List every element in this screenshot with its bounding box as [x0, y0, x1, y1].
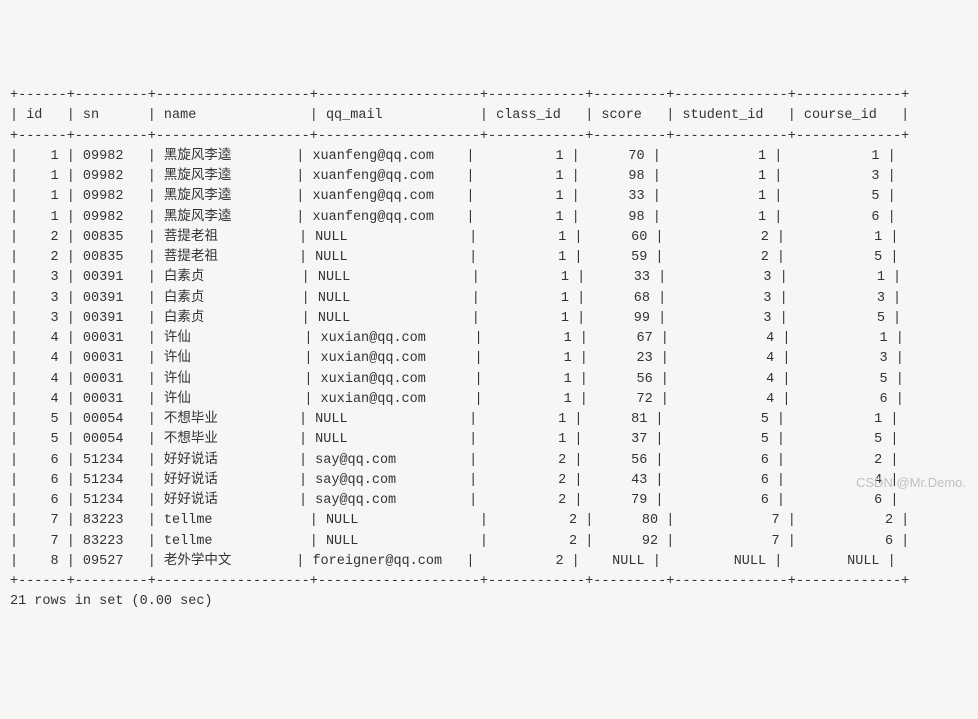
sql-result-table: +------+---------+-------------------+--…	[10, 88, 909, 609]
watermark: CSDN @Mr.Demo.	[856, 473, 966, 493]
